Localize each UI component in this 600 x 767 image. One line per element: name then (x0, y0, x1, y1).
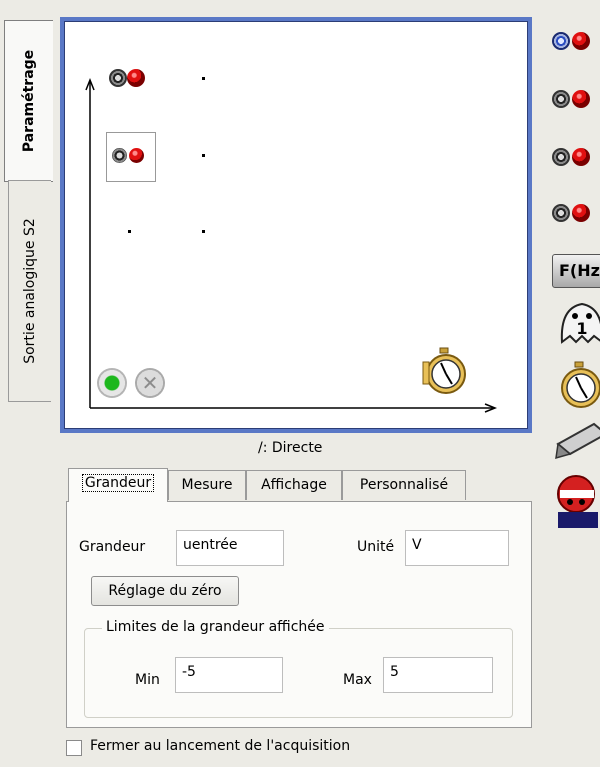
max-input[interactable]: 5 (383, 657, 493, 693)
connector-red-icon (572, 148, 590, 166)
tab-affichage[interactable]: Affichage (246, 470, 342, 500)
toolbar-input-blue[interactable] (552, 24, 600, 60)
connector-red-icon (572, 90, 590, 108)
side-tab-parametrage[interactable]: Paramétrage (4, 20, 53, 182)
connector-red-icon (572, 32, 590, 50)
input-connector-red-1[interactable] (127, 69, 145, 87)
graph-canvas: ✕ (64, 21, 528, 429)
connector-red-icon (572, 204, 590, 222)
grandeur-input[interactable]: uentrée (176, 530, 284, 566)
tab-mesure-label: Mesure (181, 477, 233, 493)
side-tab-strip: Paramétrage Sortie analogique S2 (0, 0, 53, 767)
unite-input[interactable]: V (405, 530, 509, 566)
close-on-launch-checkbox[interactable] (66, 740, 82, 756)
connector-black-icon (552, 148, 570, 166)
ghost-icon-number: 1 (576, 319, 587, 338)
empty-slot-dot[interactable] (128, 230, 131, 233)
mode-label: /: Directe (258, 440, 323, 456)
unite-label: Unité (357, 539, 395, 555)
toolbar-input-3[interactable] (552, 140, 600, 176)
operator-icon[interactable] (552, 472, 600, 528)
tab-affichage-label: Affichage (261, 477, 327, 493)
max-label: Max (343, 672, 372, 688)
limits-group-title: Limites de la grandeur affichée (102, 619, 329, 635)
settings-tab-control: Grandeur Mesure Affichage Personnalisé G… (66, 468, 532, 728)
grandeur-label: Grandeur (79, 539, 146, 555)
tab-grandeur[interactable]: Grandeur (68, 468, 168, 502)
close-icon: ✕ (141, 371, 159, 395)
zero-adjust-button[interactable]: Réglage du zéro (91, 576, 239, 606)
tab-personnalise-label: Personnalisé (359, 477, 449, 493)
close-on-launch-label: Fermer au lancement de l'acquisition (90, 738, 351, 754)
connector-black-icon (552, 204, 570, 222)
side-tab-sortie-label: Sortie analogique S2 (22, 218, 38, 364)
side-tab-sortie-analogique[interactable]: Sortie analogique S2 (8, 180, 51, 402)
frequency-meter-icon[interactable]: F(Hz) (552, 254, 600, 288)
min-input[interactable]: -5 (175, 657, 283, 693)
limits-groupbox: Limites de la grandeur affichée Min -5 M… (84, 619, 513, 718)
input-connector-black-1[interactable] (109, 69, 127, 87)
empty-slot-dot[interactable] (202, 154, 205, 157)
graph-panel: ✕ (60, 17, 532, 433)
input-connector-red-2[interactable] (129, 148, 144, 163)
grandeur-panel: Grandeur uentrée Unité V Réglage du zéro… (66, 501, 532, 728)
connector-blue-icon (552, 32, 570, 50)
empty-slot-dot[interactable] (202, 230, 205, 233)
cancel-button[interactable]: ✕ (135, 368, 165, 398)
min-label: Min (135, 672, 160, 688)
validate-button[interactable] (97, 368, 127, 398)
connector-black-icon (552, 90, 570, 108)
toolbar-input-4[interactable] (552, 196, 600, 232)
toolbar-input-2[interactable] (552, 82, 600, 118)
empty-slot-dot[interactable] (202, 77, 205, 80)
input-connector-black-2[interactable] (112, 148, 127, 163)
stopwatch-toolbar-icon[interactable] (554, 360, 600, 410)
stopwatch-icon[interactable] (419, 346, 469, 396)
pencil-icon[interactable] (554, 420, 600, 460)
tab-grandeur-label: Grandeur (81, 474, 155, 492)
tab-personnalise[interactable]: Personnalisé (342, 470, 466, 500)
ghost-icon[interactable]: 1 (554, 298, 600, 346)
tab-mesure[interactable]: Mesure (168, 470, 246, 500)
side-tab-parametrage-label: Paramétrage (21, 49, 37, 153)
